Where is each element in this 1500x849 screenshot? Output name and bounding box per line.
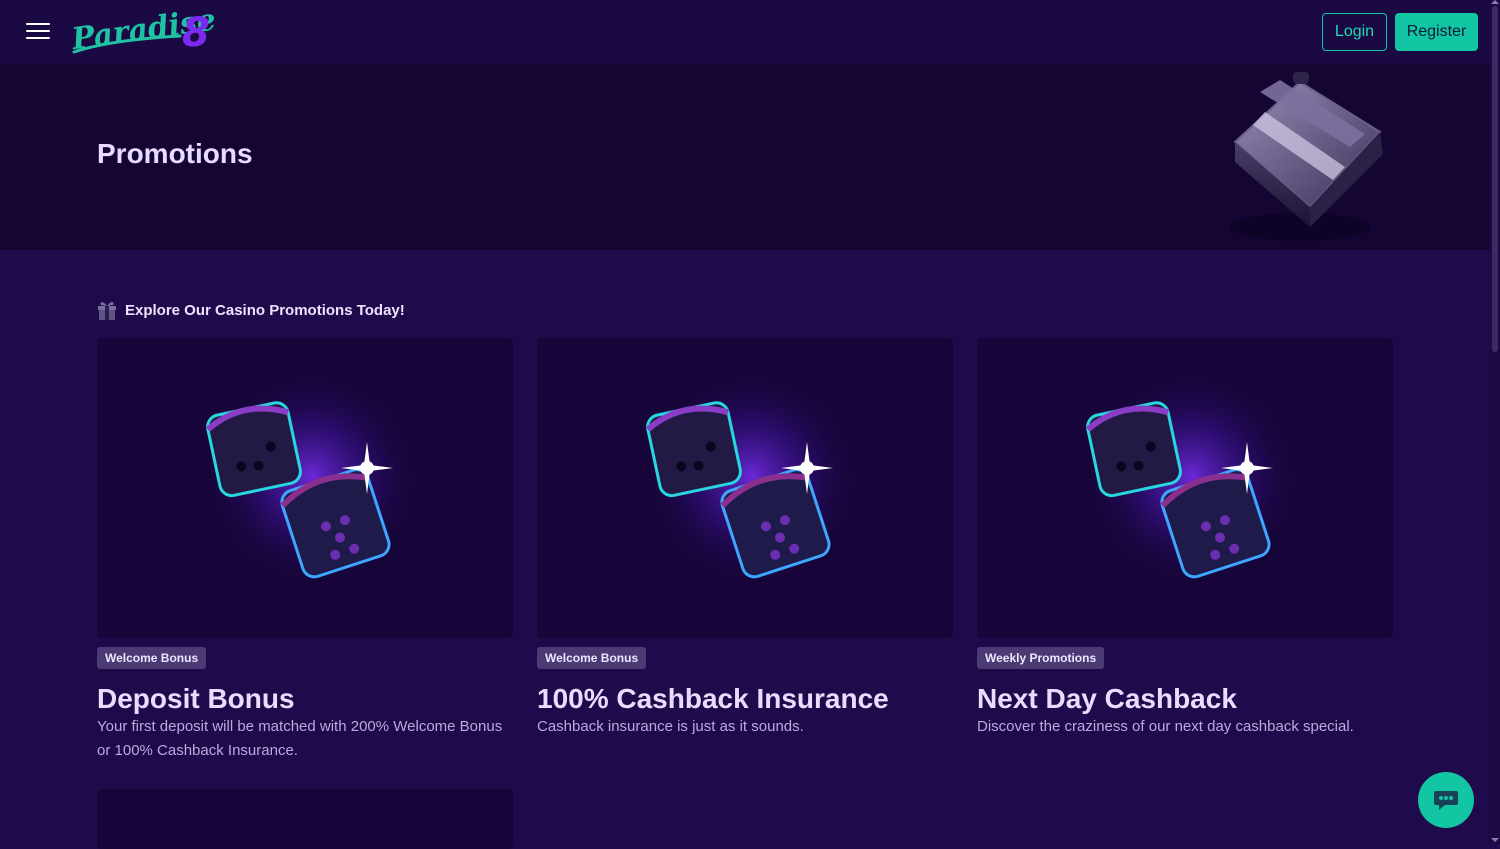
gift-icon (98, 302, 116, 320)
chat-bubble-icon (1434, 791, 1458, 810)
promotion-description: Cashback insurance is just as it sounds. (537, 718, 804, 735)
promotion-description: Your first deposit will be matched with … (97, 718, 503, 759)
promotion-tag[interactable]: Welcome Bonus (537, 647, 647, 669)
promotion-tag[interactable]: Welcome Bonus (97, 647, 207, 669)
promotion-title[interactable]: Deposit Bonus (97, 683, 513, 715)
promotion-title[interactable]: Next Day Cashback (977, 683, 1393, 715)
promotion-description: Discover the craziness of our next day c… (977, 718, 1354, 735)
promotion-card-partial[interactable] (97, 789, 513, 849)
login-button[interactable]: Login (1322, 13, 1387, 51)
promotion-card-deposit-bonus[interactable]: Welcome Bonus Deposit Bonus Your first d… (97, 338, 513, 763)
live-chat-button[interactable] (1418, 772, 1474, 828)
dice-image[interactable] (97, 338, 513, 638)
top-navbar: Paradise 8 Login Register (0, 0, 1490, 64)
dice-image[interactable] (977, 338, 1393, 638)
register-button[interactable]: Register (1395, 13, 1478, 51)
hamburger-menu-icon[interactable] (26, 21, 52, 41)
promotions-hero-banner: Promotions (0, 64, 1490, 250)
promotion-card-cashback-insurance[interactable]: Welcome Bonus 100% Cashback Insurance Ca… (537, 338, 953, 739)
gift-box-icon (1230, 72, 1383, 241)
dice-image[interactable] (537, 338, 953, 638)
section-title: Explore Our Casino Promotions Today! (125, 301, 405, 319)
paradise8-logo[interactable]: Paradise 8 (70, 6, 220, 58)
section-heading: Explore Our Casino Promotions Today! (97, 298, 405, 322)
promotion-card-next-day-cashback[interactable]: Weekly Promotions Next Day Cashback Disc… (977, 338, 1393, 739)
scroll-down-arrow-icon[interactable] (1491, 838, 1499, 842)
promotion-title[interactable]: 100% Cashback Insurance (537, 683, 953, 715)
promotion-tag[interactable]: Weekly Promotions (977, 647, 1105, 669)
scrollbar-thumb[interactable] (1492, 6, 1498, 352)
page-scrollbar[interactable] (1490, 0, 1500, 844)
page-title: Promotions (97, 138, 253, 169)
scroll-up-arrow-icon[interactable] (1491, 0, 1499, 4)
svg-text:8: 8 (182, 10, 210, 56)
